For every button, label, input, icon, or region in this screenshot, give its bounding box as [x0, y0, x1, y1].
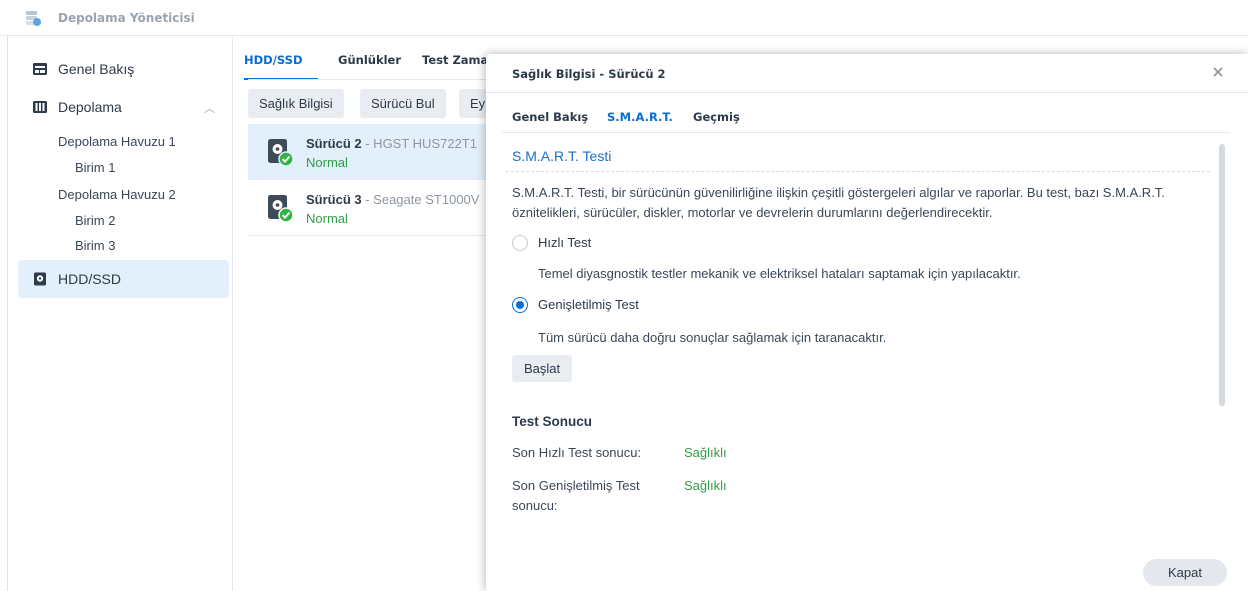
- sidebar-item-label: Depolama: [58, 99, 122, 115]
- sidebar-item-overview[interactable]: Genel Bakış: [18, 51, 229, 87]
- last-extended-test-value: Sağlıklı: [684, 478, 727, 493]
- sidebar-item-storage[interactable]: Depolama ︿: [18, 89, 229, 125]
- hdd-icon: [34, 272, 46, 286]
- tab-history[interactable]: Geçmiş: [693, 110, 740, 124]
- tab-test-schedule[interactable]: Test Zama: [422, 53, 488, 67]
- quick-test-description: Temel diyasgnostik testler mekanik ve el…: [538, 266, 1021, 281]
- tab-overview[interactable]: Genel Bakış: [512, 110, 588, 124]
- extended-test-radio[interactable]: [512, 297, 528, 313]
- dialog-header-divider: [486, 92, 1248, 93]
- extended-test-description: Tüm sürücü daha doğru sonuçlar sağlamak …: [538, 330, 887, 345]
- close-button[interactable]: Kapat: [1143, 559, 1227, 586]
- last-quick-test-value: Sağlıklı: [684, 445, 727, 460]
- sidebar-item-label: Genel Bakış: [58, 61, 135, 77]
- quick-test-radio[interactable]: [512, 235, 528, 251]
- drive-row-3[interactable]: Sürücü 3 - Seagate ST1000V Normal: [248, 180, 488, 236]
- sidebar-item-pool-2[interactable]: Depolama Havuzu 2: [58, 187, 176, 202]
- storage-icon: [33, 101, 47, 113]
- dialog-footer: [486, 546, 1248, 591]
- tab-divider: [248, 79, 488, 80]
- extended-test-label[interactable]: Genişletilmiş Test: [538, 297, 639, 312]
- drive-healthy-icon: [268, 139, 294, 167]
- sidebar-item-hdd-ssd[interactable]: HDD/SSD: [18, 260, 229, 298]
- drive-status: Normal: [306, 155, 348, 170]
- dialog-tab-divider: [502, 132, 1230, 133]
- health-info-button[interactable]: Sağlık Bilgisi: [248, 89, 344, 118]
- scrollbar[interactable]: [1219, 144, 1225, 406]
- health-info-dialog: Sağlık Bilgisi - Sürücü 2 Genel Bakış S.…: [486, 54, 1248, 591]
- overview-icon: [33, 63, 47, 75]
- close-icon[interactable]: [1210, 64, 1226, 80]
- smart-description: S.M.A.R.T. Testi, bir sürücünün güvenili…: [512, 185, 1165, 220]
- title-bar: Depolama Yöneticisi: [0, 0, 1248, 36]
- tab-logs[interactable]: Günlükler: [338, 53, 401, 67]
- drive-name: Sürücü 3 - Seagate ST1000V: [306, 192, 480, 207]
- sidebar-item-volume-2[interactable]: Birim 2: [75, 213, 115, 228]
- sidebar-item-label: HDD/SSD: [58, 271, 122, 287]
- quick-test-label[interactable]: Hızlı Test: [538, 235, 591, 250]
- drive-row-2[interactable]: Sürücü 2 - HGST HUS722T1 Normal: [248, 124, 488, 180]
- sidebar-item-volume-3[interactable]: Birim 3: [75, 238, 115, 253]
- start-button[interactable]: Başlat: [512, 355, 573, 382]
- main-tabs: HDD/SSD Günlükler Test Zama: [234, 37, 494, 81]
- chevron-up-icon[interactable]: ︿: [204, 100, 215, 116]
- app-title: Depolama Yöneticisi: [58, 11, 195, 25]
- last-extended-test-label: Son Genişletilmiş Test sonucu:: [512, 478, 640, 513]
- storage-manager-icon: [26, 11, 41, 26]
- sidebar: Genel Bakış Depolama ︿ Depolama Havuzu 1…: [8, 37, 233, 591]
- sidebar-item-pool-1[interactable]: Depolama Havuzu 1: [58, 134, 176, 149]
- drive-healthy-icon: [268, 195, 294, 223]
- find-drive-button[interactable]: Sürücü Bul: [360, 89, 446, 118]
- drive-name: Sürücü 2 - HGST HUS722T1: [306, 136, 477, 151]
- section-title: S.M.A.R.T. Testi: [512, 148, 612, 164]
- drive-status: Normal: [306, 211, 348, 226]
- tab-smart[interactable]: S.M.A.R.T.: [607, 110, 673, 124]
- section-divider: [506, 171, 1210, 172]
- test-result-heading: Test Sonucu: [512, 414, 593, 429]
- dialog-title: Sağlık Bilgisi - Sürücü 2: [512, 67, 666, 81]
- tab-hdd-ssd[interactable]: HDD/SSD: [244, 53, 303, 67]
- sidebar-item-volume-1[interactable]: Birim 1: [75, 160, 115, 175]
- last-quick-test-label: Son Hızlı Test sonucu:: [512, 445, 642, 460]
